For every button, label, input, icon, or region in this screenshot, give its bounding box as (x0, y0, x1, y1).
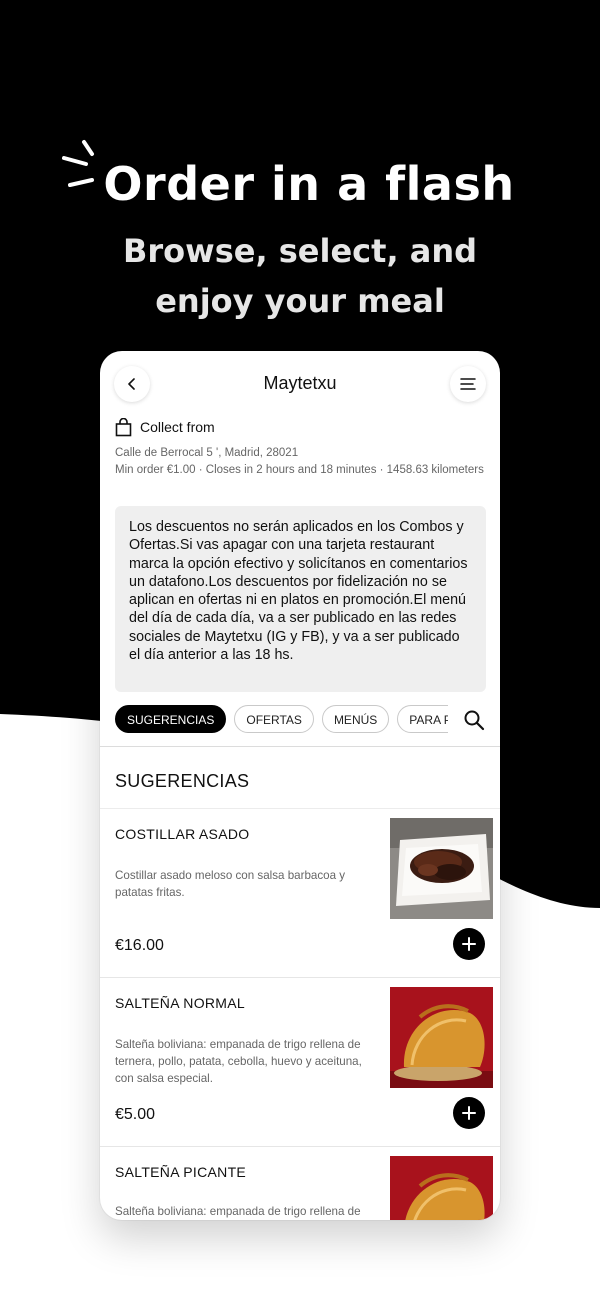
collect-row[interactable]: Collect from (115, 415, 485, 439)
plus-icon (462, 937, 476, 951)
store-info: Min order €1.00 · Closes in 2 hours and … (115, 463, 484, 476)
item-description: Salteña boliviana: empanada de trigo rel… (115, 1205, 361, 1218)
phone-screen: Maytetxu Collect from Calle de Berrocal … (100, 351, 500, 1220)
item-image-ribs (390, 818, 493, 919)
subheadline: Browse, select, and enjoy your meal (0, 226, 600, 326)
category-chips: SUGERENCIASOFERTASMENÚSPARA PICAR (115, 705, 448, 737)
item-name: SALTEÑA NORMAL (115, 995, 245, 1011)
item-name: COSTILLAR ASADO (115, 826, 250, 842)
category-chip-ofertas[interactable]: OFERTAS (234, 705, 314, 733)
shopping-bag-icon (115, 417, 132, 436)
headline-text: Order in a flash (103, 157, 515, 211)
subheadline-line-1: Browse, select, and (122, 232, 478, 270)
item-description: Costillar asado meloso con salsa barbaco… (115, 869, 346, 899)
add-button[interactable] (453, 928, 485, 960)
menu-button[interactable] (450, 366, 486, 402)
collect-info: Collect from Calle de Berrocal 5 ', Madr… (115, 415, 485, 478)
item-name: SALTEÑA PICANTE (115, 1164, 247, 1180)
category-divider (100, 746, 500, 747)
notice-box: Los descuentos no serán aplicados en los… (115, 506, 486, 692)
store-title: Maytetxu (263, 373, 337, 393)
search-icon[interactable] (463, 709, 485, 731)
category-bar: SUGERENCIASOFERTASMENÚSPARA PICAR (100, 705, 500, 745)
item-image-saltena-picante (390, 1156, 493, 1220)
collect-label: Collect from (140, 419, 215, 435)
item-description: Salteña boliviana: empanada de trigo rel… (115, 1038, 362, 1085)
headline: Order in a flash (0, 152, 600, 216)
category-chip-para-picar[interactable]: PARA PICAR (397, 705, 448, 733)
section-title: SUGERENCIAS (115, 771, 250, 791)
plus-icon (462, 1106, 476, 1120)
store-address: Calle de Berrocal 5 ', Madrid, 28021 (115, 447, 299, 459)
top-bar: Maytetxu (100, 351, 500, 417)
item-price: €5.00 (115, 1106, 156, 1123)
menu-icon (460, 378, 476, 390)
category-chip-sugerencias[interactable]: SUGERENCIAS (115, 705, 227, 733)
add-button[interactable] (453, 1097, 485, 1129)
subheadline-line-2: enjoy your meal (155, 282, 445, 320)
category-chip-menus[interactable]: MENÚS (321, 705, 390, 733)
menu-item[interactable]: COSTILLAR ASADO Costillar asado meloso c… (100, 809, 500, 978)
menu-item[interactable]: SALTEÑA NORMAL Salteña boliviana: empana… (100, 978, 500, 1147)
menu-item[interactable]: SALTEÑA PICANTE Salteña boliviana: empan… (100, 1147, 500, 1220)
item-price: €16.00 (115, 937, 164, 954)
item-image-saltena (390, 987, 493, 1088)
